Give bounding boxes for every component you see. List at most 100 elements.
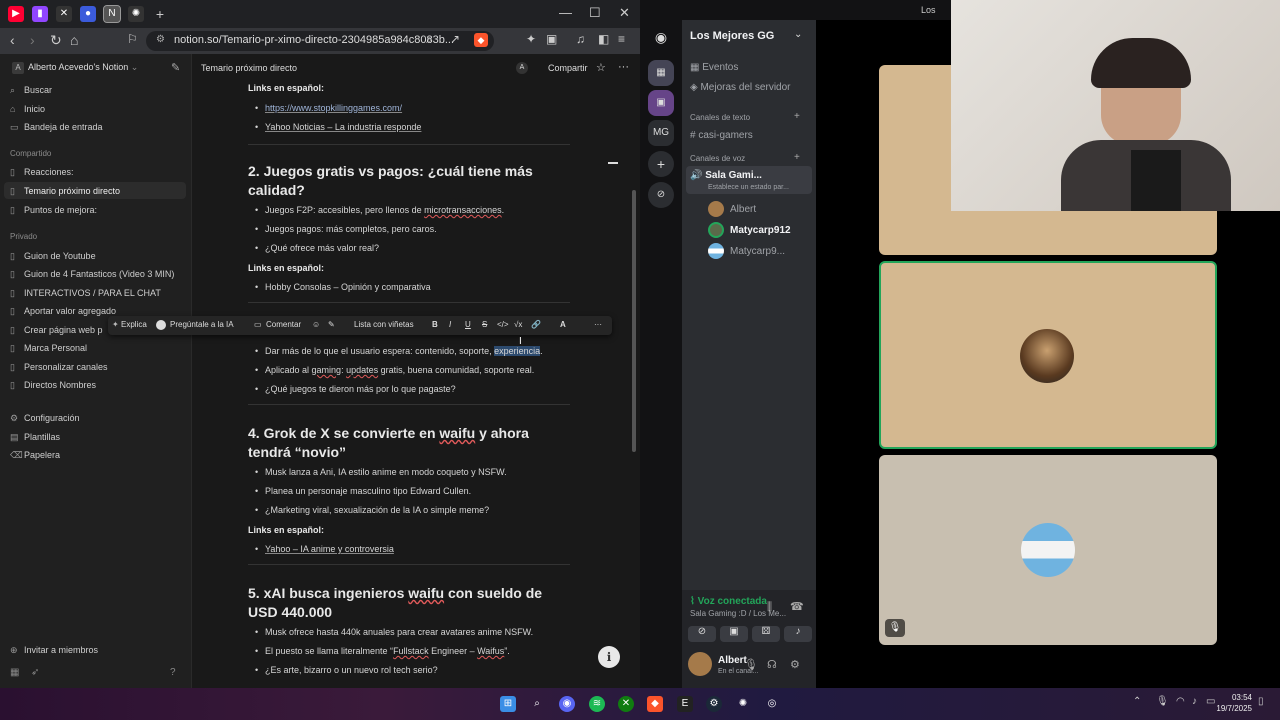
extensions-icon[interactable]: ✦ xyxy=(526,32,536,46)
chevron-up-icon[interactable]: ⌃ xyxy=(1133,696,1141,707)
server-icon-mg[interactable]: MG xyxy=(648,120,674,146)
sidebar-item-inicio[interactable]: ⌂ Inicio xyxy=(10,104,45,114)
block-type-select[interactable]: Lista con viñetas xyxy=(354,320,414,329)
server-icon[interactable]: ▣ xyxy=(648,90,674,116)
sidebar-item-configuracion[interactable]: ⚙ Configuración xyxy=(10,413,80,424)
sidebar-item-directos[interactable]: ▯ Directos Nombres xyxy=(10,380,96,391)
microphone-icon[interactable]: 🎙 xyxy=(744,658,758,671)
tab-search-icon[interactable]: ▣ xyxy=(546,32,557,46)
strikethrough-button[interactable]: S xyxy=(482,320,487,329)
shared-section-heading[interactable]: Compartido xyxy=(10,149,51,158)
sidebar-toggle-icon[interactable]: ◧ xyxy=(598,32,609,46)
bookmark-icon[interactable]: ⚐ xyxy=(127,32,138,46)
workspace-switcher[interactable]: A Alberto Acevedo's Notion ⌄ xyxy=(12,62,138,74)
link[interactable]: https://www.stopkillinggames.com/ xyxy=(255,103,402,113)
chevron-down-icon[interactable]: ⌄ xyxy=(794,29,802,40)
favorite-icon[interactable]: ☆ xyxy=(596,61,606,74)
voice-member[interactable]: Matycarp912 xyxy=(730,225,791,236)
code-button[interactable]: </> xyxy=(497,320,509,329)
sidebar-item-puntos[interactable]: ▯ Puntos de mejora: xyxy=(10,205,97,216)
toc-indicator[interactable] xyxy=(608,162,618,164)
scrollbar[interactable] xyxy=(632,190,636,452)
zoom-icon[interactable]: ⌕ xyxy=(426,32,433,47)
ask-ai-button[interactable]: Pregúntale a la IA xyxy=(170,320,234,329)
voice-channel-name[interactable]: 🔊 Sala Gami... xyxy=(690,170,762,181)
invite-members-button[interactable]: ⊕ Invitar a miembros xyxy=(10,645,98,656)
voice-channels-heading[interactable]: Canales de voz xyxy=(690,154,745,163)
close-icon[interactable]: ✕ xyxy=(619,5,630,21)
forward-icon[interactable]: › xyxy=(30,32,35,48)
link-button[interactable]: 🔗 xyxy=(531,320,541,329)
camera-button[interactable]: ⊘ xyxy=(688,626,716,642)
notion-ai-button[interactable]: ℹ xyxy=(598,646,620,668)
help-icon[interactable]: ? xyxy=(170,667,176,678)
brave-icon[interactable]: ◆ xyxy=(647,696,663,712)
wifi-icon[interactable]: ◠ xyxy=(1176,696,1185,707)
soundboard-button[interactable]: ♪ xyxy=(784,626,812,642)
notification-icon[interactable]: ▯ xyxy=(1258,696,1264,707)
url-field[interactable]: ⚙ notion.so/Temario-pr-ximo-directo-2304… xyxy=(146,31,494,51)
more-options-button[interactable]: ··· xyxy=(594,320,602,329)
sidebar-item-guion-4f[interactable]: ▯ Guion de 4 Fantasticos (Video 3 MIN) xyxy=(10,269,174,280)
comment-button[interactable]: Comentar xyxy=(266,320,301,329)
screen-share-button[interactable]: ▣ xyxy=(720,626,748,642)
search-icon[interactable]: ⌕ xyxy=(529,696,545,712)
italic-button[interactable]: I xyxy=(449,320,451,329)
breadcrumb[interactable]: Temario próximo directo xyxy=(201,63,297,73)
epic-games-icon[interactable]: E xyxy=(677,696,693,712)
media-icon[interactable]: ♫ xyxy=(576,32,585,46)
edit-icon[interactable]: ✎ xyxy=(328,320,335,329)
explore-icon[interactable]: ⊘ xyxy=(648,182,674,208)
sidebar-item-crear-web[interactable]: ▯ Crear página web p xyxy=(10,325,103,336)
math-button[interactable]: √x xyxy=(514,320,522,329)
new-tab-button[interactable]: + xyxy=(152,6,168,22)
twitch-tab-icon[interactable]: ▮ xyxy=(32,6,48,22)
disconnect-icon[interactable]: ☎ xyxy=(790,600,804,613)
back-icon[interactable]: ‹ xyxy=(10,32,15,48)
events-item[interactable]: ▦ Eventos xyxy=(690,62,738,73)
sidebar-item-reacciones[interactable]: ▯ Reacciones: xyxy=(10,167,74,178)
chatgpt-icon[interactable]: ✺ xyxy=(735,696,751,712)
sidebar-item-bandeja[interactable]: ▭ Bandeja de entrada xyxy=(10,122,103,133)
headphones-icon[interactable]: ☊ xyxy=(767,658,777,671)
discord-home-icon[interactable]: ◉ xyxy=(648,24,674,50)
bold-button[interactable]: B xyxy=(432,320,438,329)
private-section-heading[interactable]: Privado xyxy=(10,232,37,241)
youtube-tab-icon[interactable]: ▶ xyxy=(8,6,24,22)
add-server-icon[interactable]: + xyxy=(648,151,674,177)
text-channels-heading[interactable]: Canales de texto xyxy=(690,113,750,122)
muted-tab-icon[interactable]: ✕ xyxy=(56,6,72,22)
tab-icon[interactable]: ● xyxy=(80,6,96,22)
minimize-icon[interactable]: — xyxy=(559,5,572,20)
volume-icon[interactable]: ♪ xyxy=(1192,696,1197,707)
voice-member[interactable]: Albert xyxy=(730,204,756,215)
share-icon[interactable]: ↗ xyxy=(450,32,460,46)
add-channel-icon[interactable]: + xyxy=(794,152,800,163)
microphone-icon[interactable]: 🎙 xyxy=(1156,696,1169,707)
site-info-icon[interactable]: ⚙ xyxy=(156,34,165,45)
chatgpt-tab-icon[interactable]: ✺ xyxy=(128,6,144,22)
send-icon[interactable]: ➶ xyxy=(31,667,39,678)
link[interactable]: Hobby Consolas – Opinión y comparativa xyxy=(255,282,431,292)
link[interactable]: Yahoo – IA anime y controversia xyxy=(255,544,394,554)
sidebar-item-temario[interactable]: ▯ Temario próximo directo xyxy=(10,186,120,197)
sidebar-item-plantillas[interactable]: ▤ Plantillas xyxy=(10,432,60,443)
xbox-icon[interactable]: ✕ xyxy=(618,696,634,712)
steam-icon[interactable]: ⚙ xyxy=(706,696,722,712)
sidebar-item-guion-youtube[interactable]: ▯ Guion de Youtube xyxy=(10,251,96,262)
clock-time[interactable]: 03:54 xyxy=(1224,693,1252,702)
notion-tab-icon[interactable]: N xyxy=(103,5,121,23)
settings-icon[interactable]: ⚙ xyxy=(790,658,800,671)
participant-tile[interactable]: 🎙 xyxy=(879,455,1217,645)
sidebar-item-aportar[interactable]: ▯ Aportar valor agregado xyxy=(10,306,116,317)
sidebar-item-interactivos[interactable]: ▯ INTERACTIVOS / PARA EL CHAT xyxy=(10,288,161,299)
start-icon[interactable]: ⊞ xyxy=(500,696,516,712)
activity-button[interactable]: ⚄ xyxy=(752,626,780,642)
reload-icon[interactable]: ↻ xyxy=(50,32,62,49)
share-button[interactable]: Compartir xyxy=(548,63,588,73)
sidebar-item-buscar[interactable]: ⌕ Buscar xyxy=(10,85,52,96)
app-icon[interactable]: ◎ xyxy=(764,696,780,712)
sidebar-item-papelera[interactable]: ⌫Papelera xyxy=(10,450,60,461)
home-icon[interactable]: ⌂ xyxy=(70,32,78,48)
text-color-button[interactable]: A xyxy=(560,320,566,329)
